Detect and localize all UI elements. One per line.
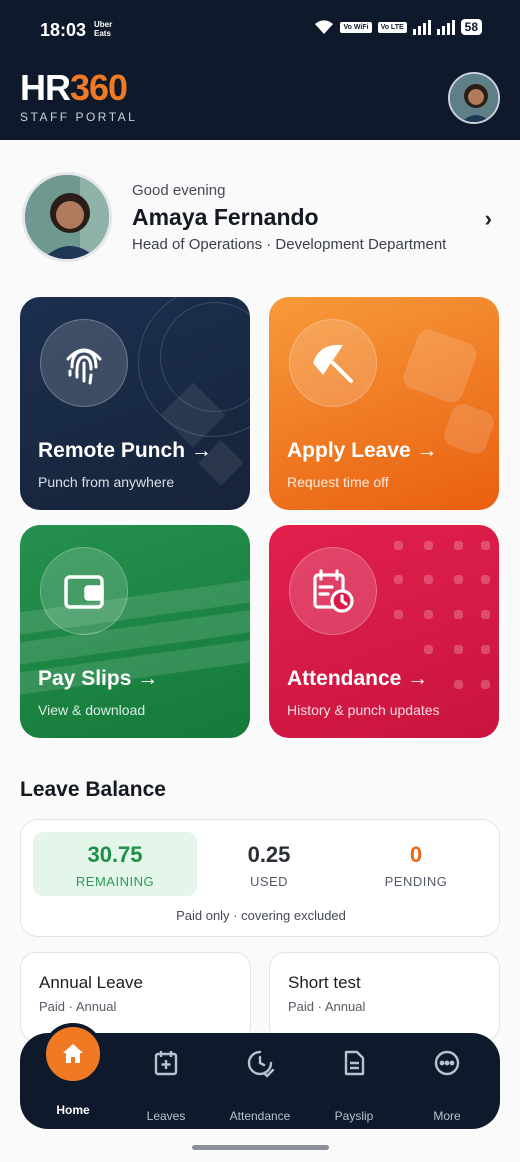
nav-leaves-label: Leaves	[146, 1109, 186, 1123]
nav-home-button[interactable]	[42, 1023, 104, 1085]
battery-icon: 58	[460, 19, 482, 35]
tile-title: Attendance →	[287, 667, 429, 690]
logo-text: HR	[20, 67, 71, 108]
tile-icon-circle	[289, 547, 377, 635]
profile-avatar	[22, 172, 112, 262]
decorative-square	[440, 400, 498, 458]
wallet-icon	[64, 575, 104, 609]
document-icon	[344, 1050, 365, 1076]
remote-punch-tile[interactable]: Remote Punch → Punch from anywhere	[20, 297, 250, 510]
avatar-image	[450, 74, 498, 122]
pending-value: 0	[409, 842, 423, 867]
nav-more[interactable]: More	[402, 1047, 492, 1123]
tile-title: Remote Punch →	[38, 439, 212, 462]
fingerprint-icon	[66, 348, 102, 385]
leave-type-name: Short test	[288, 973, 361, 992]
decorative-square	[400, 326, 480, 406]
tile-title: Pay Slips →	[38, 667, 159, 690]
decorative-dot	[481, 541, 490, 550]
nav-attendance[interactable]: Attendance	[215, 1047, 305, 1123]
used-value: 0.25	[247, 842, 291, 867]
nav-more-label: More	[433, 1109, 461, 1123]
leave-type-meta: Paid · Annual	[39, 999, 117, 1014]
decorative-dot	[394, 541, 403, 550]
signal-icon-2	[436, 19, 455, 35]
remaining-value: 30.75	[87, 842, 143, 867]
decorative-dot	[481, 680, 490, 689]
calendar-clock-icon	[313, 569, 354, 613]
tile-title: Apply Leave →	[287, 439, 438, 462]
decorative-dot	[481, 610, 490, 619]
decorative-dot	[424, 610, 433, 619]
signal-icon	[412, 19, 431, 35]
decorative-dot	[454, 645, 463, 654]
more-icon	[434, 1050, 460, 1076]
pay-slips-tile[interactable]: Pay Slips → View & download	[20, 525, 250, 738]
volte-wifi-tag: Vo WiFi	[340, 21, 372, 33]
nav-home-label[interactable]: Home	[28, 1103, 118, 1117]
logo-number: 360	[70, 67, 128, 108]
decorative-dot	[454, 541, 463, 550]
status-bar: 18:03 Uber Eats Vo WiFi Vo LTE 58	[0, 0, 520, 58]
decorative-dot	[424, 645, 433, 654]
main-content: Good evening Amaya Fernando Head of Oper…	[0, 140, 520, 1162]
tile-icon-circle	[289, 319, 377, 407]
decorative-dot	[454, 575, 463, 584]
calendar-add-icon	[154, 1051, 178, 1076]
tile-icon-circle	[40, 319, 128, 407]
nav-payslip-label: Payslip	[334, 1109, 374, 1123]
umbrella-icon	[313, 344, 353, 383]
clock-check-icon	[247, 1050, 275, 1078]
profile-card[interactable]: Good evening Amaya Fernando Head of Oper…	[20, 170, 500, 266]
tile-subtitle: View & download	[38, 702, 146, 718]
volte-lte-tag: Vo LTE	[377, 21, 407, 33]
app-notification-badge: Uber Eats	[94, 20, 113, 38]
app-logo: HR360	[20, 67, 128, 108]
status-time: 18:03	[40, 20, 87, 40]
gesture-handle[interactable]	[192, 1145, 329, 1150]
user-role: Head of Operations · Development Departm…	[132, 236, 447, 253]
decorative-dot	[454, 610, 463, 619]
nav-attendance-label: Attendance	[229, 1109, 291, 1123]
bottom-navigation: Home Leaves Attendance Payslip More	[20, 1023, 500, 1129]
leave-type-name: Annual Leave	[39, 973, 143, 992]
remaining-label: REMAINING	[75, 874, 155, 889]
user-name: Amaya Fernando	[132, 204, 319, 230]
attendance-tile[interactable]: Attendance → History & punch updates	[269, 525, 499, 738]
used-label: USED	[249, 874, 289, 889]
header-avatar[interactable]	[448, 72, 500, 124]
decorative-dot	[394, 610, 403, 619]
logo-subtitle: STAFF PORTAL	[20, 110, 138, 124]
decorative-dot	[424, 541, 433, 550]
wifi-icon	[315, 20, 334, 34]
chevron-right-icon: ›	[484, 206, 492, 231]
tile-icon-circle	[40, 547, 128, 635]
tile-subtitle: History & punch updates	[287, 702, 440, 718]
decorative-dot	[424, 575, 433, 584]
tile-subtitle: Punch from anywhere	[38, 474, 175, 490]
home-icon	[63, 1044, 83, 1063]
avatar-image	[25, 175, 109, 259]
pending-label: PENDING	[384, 874, 448, 889]
status-icons: Vo WiFi Vo LTE 58	[314, 19, 482, 35]
nav-payslip[interactable]: Payslip	[309, 1047, 399, 1123]
leave-type-card[interactable]: Short test Paid · Annual	[269, 952, 500, 1042]
decorative-dot	[481, 645, 490, 654]
decorative-dot	[481, 575, 490, 584]
greeting-text: Good evening	[132, 182, 226, 199]
leave-balance-title: Leave Balance	[20, 778, 166, 801]
nav-leaves[interactable]: Leaves	[121, 1047, 211, 1123]
decorative-dot	[454, 680, 463, 689]
leave-type-meta: Paid · Annual	[288, 999, 366, 1014]
balance-note: Paid only · covering excluded	[176, 908, 346, 923]
tile-subtitle: Request time off	[287, 474, 389, 490]
leave-balance-card: 30.75 REMAINING 0.25 USED 0 PENDING Paid…	[20, 819, 500, 937]
decorative-dot	[394, 575, 403, 584]
app-header: 18:03 Uber Eats Vo WiFi Vo LTE 58 HR360 …	[0, 0, 520, 140]
apply-leave-tile[interactable]: Apply Leave → Request time off	[269, 297, 499, 510]
